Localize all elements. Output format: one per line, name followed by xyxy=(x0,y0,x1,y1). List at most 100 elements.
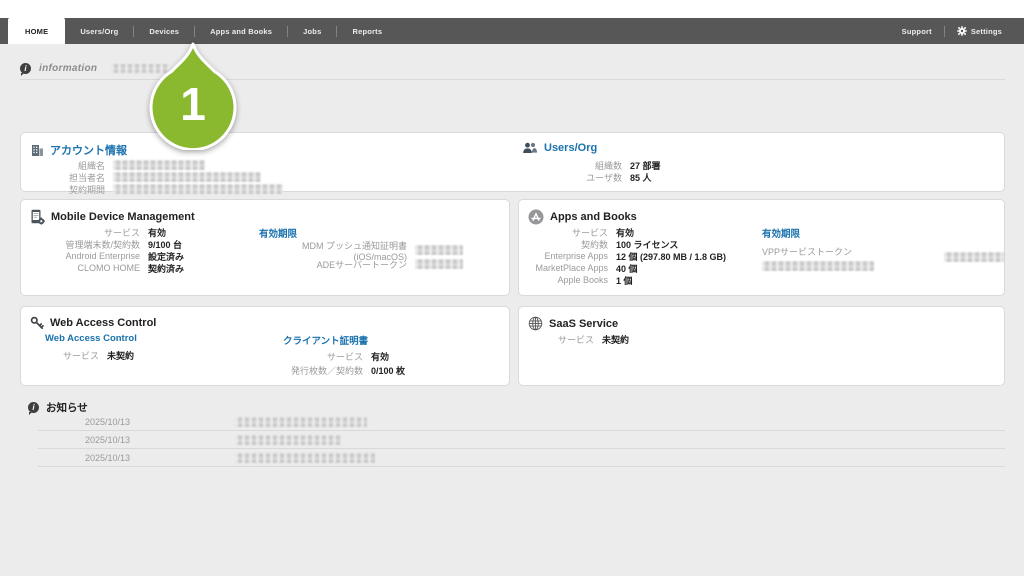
web-access-control-card: Web Access Control Web Access Control サー… xyxy=(20,306,510,386)
apps-card-header: Apps and Books xyxy=(528,209,637,225)
notice-item[interactable]: 2025/10/13 xyxy=(38,431,1005,449)
mdm-row: サービス 有効 xyxy=(30,226,184,238)
mdm-expiry-section: 有効期限 MDM プッシュ通知証明書 (iOS/macOS) ADEサーバートー… xyxy=(259,226,463,270)
mdm-row: 管理端末数/契約数 9/100 台 xyxy=(30,238,184,250)
saas-rows: サービス 未契約 xyxy=(528,333,629,345)
app-store-icon xyxy=(528,209,544,225)
apps-row: サービス 有効 xyxy=(528,226,726,238)
notice-date: 2025/10/13 xyxy=(85,435,137,445)
row-value: 有効 xyxy=(371,350,389,363)
notices-list: 2025/10/13 2025/10/13 2025/10/13 xyxy=(38,413,1005,467)
marker-number: 1 xyxy=(180,78,206,130)
users-org-title: Users/Org xyxy=(544,142,597,154)
redacted-notice-text xyxy=(235,435,341,445)
row-label: ユーザ数 xyxy=(522,171,622,184)
top-navbar: HOME Users/Org Devices Apps and Books Jo… xyxy=(0,18,1024,44)
users-org-header: Users/Org xyxy=(522,142,597,154)
users-icon xyxy=(522,142,538,154)
tab-jobs[interactable]: Jobs xyxy=(288,18,336,44)
tab-apps-and-books[interactable]: Apps and Books xyxy=(195,18,287,44)
row-value: 未契約 xyxy=(107,349,134,362)
apps-expiry-title: 有効期限 xyxy=(762,226,874,240)
users-org-rows: 組織数 27 部署 ユーザ数 85 人 xyxy=(522,159,661,183)
row-label: Apple Books xyxy=(528,275,608,285)
redacted-value xyxy=(415,259,463,269)
wac-left-section: Web Access Control サービス 未契約 xyxy=(45,333,137,361)
tab-devices[interactable]: Devices xyxy=(134,18,194,44)
nav-tabs: HOME Users/Org Devices Apps and Books Jo… xyxy=(0,18,397,44)
apps-card-title: Apps and Books xyxy=(550,211,637,223)
saas-card-header: SaaS Service xyxy=(528,316,618,331)
row-label: Enterprise Apps xyxy=(528,251,608,261)
globe-icon xyxy=(528,316,543,331)
settings-button[interactable]: Settings xyxy=(945,26,1014,36)
settings-label: Settings xyxy=(971,27,1002,36)
apps-rows: サービス 有効 契約数 100 ライセンス Enterprise Apps 12… xyxy=(528,226,726,286)
key-icon xyxy=(30,316,44,330)
mdm-expiry-row: ADEサーバートークン xyxy=(259,258,463,270)
row-label: サービス xyxy=(283,350,363,363)
redacted-value xyxy=(415,245,463,255)
row-value: 未契約 xyxy=(602,333,629,346)
row-label: 管理端末数/契約数 xyxy=(30,238,140,251)
mdm-row: Android Enterprise 設定済み xyxy=(30,250,184,262)
row-label: 契約数 xyxy=(528,238,608,251)
gear-icon xyxy=(957,26,967,36)
apps-and-books-card: Apps and Books サービス 有効 契約数 100 ライセンス Ent… xyxy=(518,199,1005,296)
account-card-title: アカウント情報 xyxy=(50,142,127,158)
redacted-value xyxy=(113,160,205,170)
building-icon xyxy=(30,143,44,157)
row-value: 0/100 枚 xyxy=(371,364,405,377)
wac-card-header: Web Access Control xyxy=(30,316,156,330)
redacted-notice-text xyxy=(235,453,375,463)
redacted-notice-text xyxy=(235,417,367,427)
row-value: 契約済み xyxy=(148,262,184,275)
apps-expiry-section: 有効期限 VPPサービストークン xyxy=(762,226,874,271)
row-label: 発行枚数／契約数 xyxy=(283,364,363,377)
vpp-token-label: VPPサービストークン xyxy=(762,245,874,258)
device-gear-icon xyxy=(30,209,45,225)
wac-row: サービス 未契約 xyxy=(45,349,137,361)
row-value: 85 人 xyxy=(630,171,652,184)
account-card-header: アカウント情報 xyxy=(30,142,127,158)
nav-right: Support Settings xyxy=(890,18,1024,44)
mdm-card-header: Mobile Device Management xyxy=(30,209,195,225)
row-label: MarketPlace Apps xyxy=(528,263,608,273)
client-cert-section: クライアント証明書 サービス 有効 発行枚数／契約数 0/100 枚 xyxy=(283,333,405,376)
users-org-row: ユーザ数 85 人 xyxy=(522,171,661,183)
mdm-row: CLOMO HOME 契約済み xyxy=(30,262,184,274)
cert-row: サービス 有効 xyxy=(283,350,405,362)
step-1-marker: 1 xyxy=(145,42,241,150)
saas-service-card: SaaS Service サービス 未契約 xyxy=(518,306,1005,386)
support-link[interactable]: Support xyxy=(890,27,944,36)
information-label: information xyxy=(39,63,97,74)
mdm-rows: サービス 有効 管理端末数/契約数 9/100 台 Android Enterp… xyxy=(30,226,184,274)
row-label: ADEサーバートークン xyxy=(259,258,407,271)
tab-reports[interactable]: Reports xyxy=(337,18,397,44)
account-row: 担当者名 xyxy=(30,171,283,183)
notice-item[interactable]: 2025/10/13 xyxy=(38,449,1005,467)
redacted-value xyxy=(944,252,1004,262)
row-label: サービス xyxy=(45,349,99,362)
notice-date: 2025/10/13 xyxy=(85,417,137,427)
wac-card-title: Web Access Control xyxy=(50,317,156,329)
account-rows: 組織名 担当者名 契約期間 xyxy=(30,159,283,195)
redacted-value xyxy=(113,184,283,194)
row-label: Android Enterprise xyxy=(30,251,140,261)
mdm-card-title: Mobile Device Management xyxy=(51,211,195,223)
users-org-row: 組織数 27 部署 xyxy=(522,159,661,171)
apps-row: MarketPlace Apps 40 個 xyxy=(528,262,726,274)
account-row: 契約期間 xyxy=(30,183,283,195)
redacted-value xyxy=(762,261,874,271)
apps-row: Enterprise Apps 12 個 (297.80 MB / 1.8 GB… xyxy=(528,250,726,262)
row-value: 1 個 xyxy=(616,274,633,287)
row-label: CLOMO HOME xyxy=(30,263,140,273)
saas-row: サービス 未契約 xyxy=(528,333,629,345)
tab-users-org[interactable]: Users/Org xyxy=(65,18,133,44)
wac-left-title: Web Access Control xyxy=(45,333,137,344)
row-label: サービス xyxy=(528,333,594,346)
tab-home[interactable]: HOME xyxy=(8,18,65,44)
notice-item[interactable]: 2025/10/13 xyxy=(38,413,1005,431)
notice-bubble-icon: i xyxy=(28,402,39,413)
apps-row: Apple Books 1 個 xyxy=(528,274,726,286)
